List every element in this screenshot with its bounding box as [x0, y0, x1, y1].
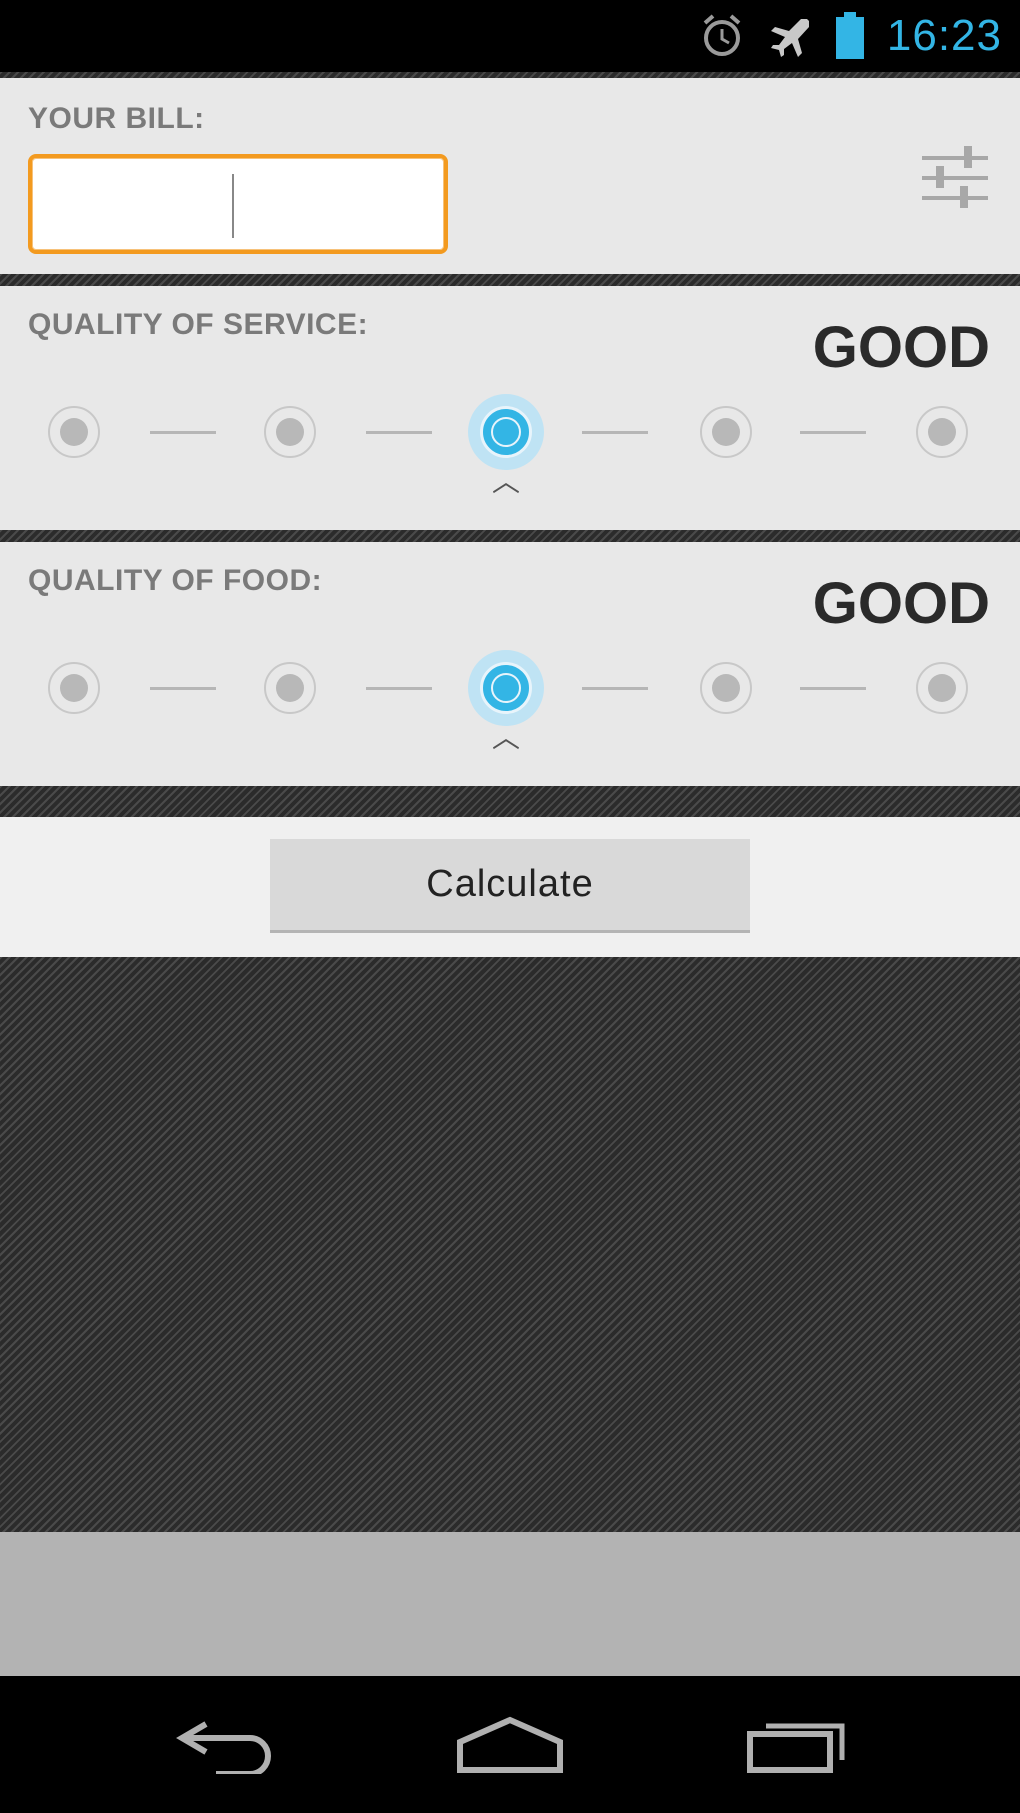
rating-connector [150, 687, 216, 690]
bill-label: YOUR BILL: [28, 102, 205, 135]
rating-connector [582, 687, 648, 690]
sliders-settings-icon[interactable] [920, 142, 990, 214]
service-rating-2[interactable] [264, 406, 316, 458]
result-area [0, 957, 1020, 1532]
rating-connector [366, 687, 432, 690]
status-bar: 16:23 [0, 0, 1020, 72]
food-rating-2[interactable] [264, 662, 316, 714]
text-cursor [232, 174, 234, 238]
food-caret-icon: ︿ [491, 721, 520, 754]
food-rating-1[interactable] [48, 662, 100, 714]
food-rating-5[interactable] [916, 662, 968, 714]
food-label: QUALITY OF FOOD: [28, 564, 323, 597]
calculate-area: Calculate [0, 817, 1020, 957]
service-panel: QUALITY OF SERVICE: GOOD ︿ [0, 286, 1020, 530]
recent-apps-icon[interactable] [746, 1716, 850, 1774]
service-rating-3[interactable] [480, 406, 532, 458]
airplane-mode-icon [770, 19, 809, 57]
bottom-panel [0, 1532, 1020, 1676]
service-rating-4[interactable] [700, 406, 752, 458]
service-label: QUALITY OF SERVICE: [28, 308, 369, 341]
divider [0, 274, 1020, 286]
food-rating-3[interactable] [480, 662, 532, 714]
bill-panel: YOUR BILL: [0, 78, 1020, 274]
rating-connector [150, 431, 216, 434]
divider [0, 786, 1020, 817]
service-rating-5[interactable] [916, 406, 968, 458]
rating-connector [800, 431, 866, 434]
status-icons: 16:23 [699, 8, 1002, 64]
service-value: GOOD [812, 315, 990, 380]
divider [0, 530, 1020, 542]
rating-connector [366, 431, 432, 434]
back-icon[interactable] [176, 1716, 276, 1774]
battery-icon [835, 12, 864, 59]
rating-connector [800, 687, 866, 690]
service-rating-slider[interactable]: ︿ [0, 382, 1020, 502]
bill-input[interactable] [28, 154, 448, 254]
food-value: GOOD [812, 571, 990, 636]
service-rating-1[interactable] [48, 406, 100, 458]
rating-connector [582, 431, 648, 434]
alarm-icon [703, 14, 741, 56]
food-rating-slider[interactable]: ︿ [0, 638, 1020, 758]
calculate-button[interactable]: Calculate [270, 839, 750, 933]
home-icon[interactable] [456, 1716, 564, 1774]
navigation-bar [0, 1676, 1020, 1813]
food-panel: QUALITY OF FOOD: GOOD ︿ [0, 542, 1020, 786]
status-time: 16:23 [886, 11, 1002, 60]
service-caret-icon: ︿ [491, 465, 520, 498]
food-rating-4[interactable] [700, 662, 752, 714]
